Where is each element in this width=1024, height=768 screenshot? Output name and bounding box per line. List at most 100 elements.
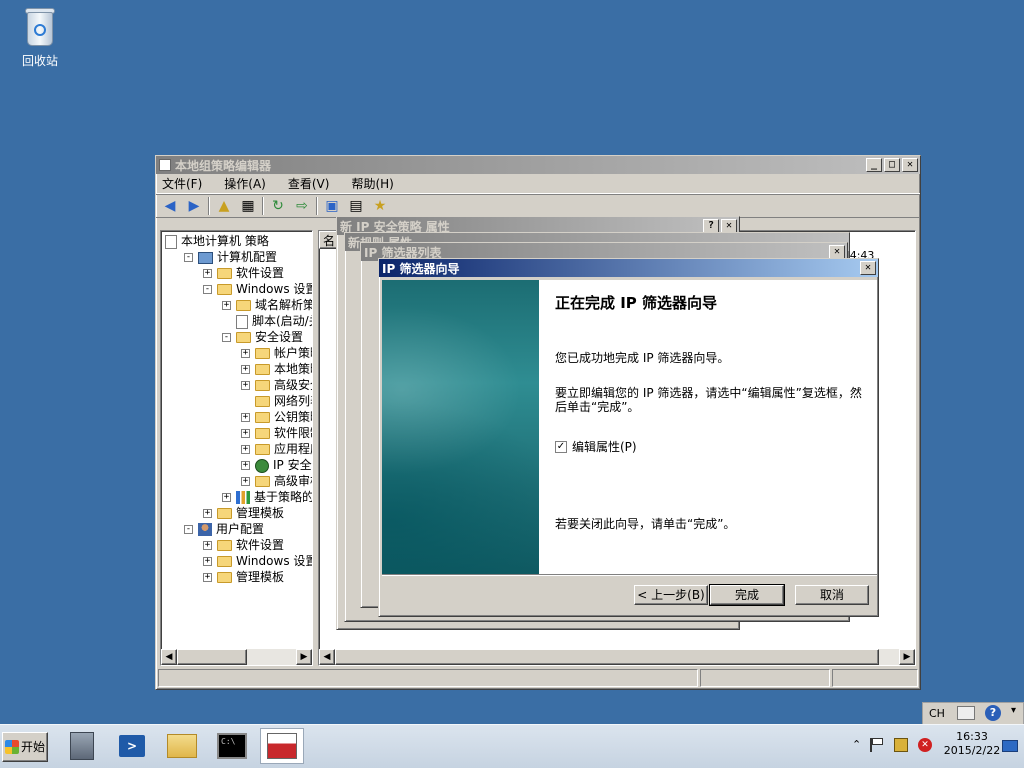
tree-item[interactable]: - 计算机配置 — [184, 249, 277, 265]
language-bar-options-icon[interactable]: ▾ — [1011, 705, 1016, 716]
wizard-close-button[interactable]: ✕ — [860, 261, 876, 275]
shield-icon — [255, 458, 269, 473]
server-manager-taskbar-button[interactable] — [60, 728, 104, 764]
properties-icon[interactable]: ▤ — [346, 196, 366, 216]
menu-action[interactable]: 操作(A) — [224, 175, 266, 192]
policy-props-help-button[interactable]: ? — [703, 219, 719, 233]
help-book-icon[interactable]: ▣ — [322, 196, 342, 216]
tree-item[interactable]: + 管理模板 — [203, 569, 284, 585]
policy-props-close-button[interactable]: ✕ — [721, 219, 737, 233]
back-arrow-icon[interactable]: ◀ — [160, 196, 180, 216]
recycle-bin-label: 回收站 — [21, 54, 58, 68]
menu-file[interactable]: 文件(F) — [162, 175, 202, 192]
tree-item[interactable]: - 安全设置 — [222, 329, 303, 345]
gpedit-taskbar-button[interactable] — [260, 728, 304, 764]
filter-list-close-button[interactable]: ✕ — [829, 245, 845, 259]
menu-help[interactable]: 帮助(H) — [351, 175, 393, 192]
action-center-flag-icon[interactable] — [870, 738, 884, 752]
details-scroll-right-arrow-icon[interactable]: ▶ — [899, 649, 915, 665]
cancel-button[interactable]: 取消 — [795, 585, 869, 605]
doc-icon — [165, 234, 177, 249]
expand-icon[interactable]: + — [241, 461, 250, 470]
details-scroll-left-arrow-icon[interactable]: ◀ — [319, 649, 335, 665]
expand-icon[interactable]: + — [222, 493, 231, 502]
show-hidden-icons-button[interactable]: ⌃ — [852, 738, 861, 751]
scroll-right-arrow-icon[interactable]: ▶ — [296, 649, 312, 665]
expand-icon[interactable]: + — [241, 381, 250, 390]
expand-icon[interactable]: + — [203, 557, 212, 566]
collapse-icon[interactable]: - — [184, 525, 193, 534]
explorer-taskbar-button[interactable] — [160, 728, 204, 764]
scroll-left-arrow-icon[interactable]: ◀ — [161, 649, 177, 665]
help-icon[interactable]: ? — [985, 705, 1001, 721]
tree-item[interactable]: + 管理模板 — [203, 505, 284, 521]
expand-icon[interactable]: + — [241, 445, 250, 454]
tree-item[interactable]: + 软件设置 — [203, 537, 284, 553]
details-horizontal-scrollbar[interactable]: ◀ ▶ — [319, 649, 915, 665]
expand-icon[interactable]: + — [241, 365, 250, 374]
tree-item[interactable]: + 软件设置 — [203, 265, 284, 281]
show-desktop-icon[interactable] — [1002, 740, 1018, 752]
keyboard-icon[interactable] — [957, 706, 975, 720]
tree-item[interactable]: + 帐户策略 — [241, 345, 312, 361]
expand-icon[interactable]: + — [241, 477, 250, 486]
expand-icon[interactable]: + — [222, 301, 231, 310]
tree-item[interactable]: + 软件限制 — [241, 425, 312, 441]
collapse-icon[interactable]: - — [203, 285, 212, 294]
maximize-button[interactable]: □ — [884, 158, 900, 172]
close-button[interactable]: ✕ — [902, 158, 918, 172]
expand-icon[interactable]: + — [203, 269, 212, 278]
folder-icon — [217, 284, 232, 295]
expand-icon[interactable]: + — [203, 573, 212, 582]
back-button[interactable]: < 上一步(B) — [634, 585, 708, 605]
tree-item-label: Windows 设置 — [236, 282, 313, 296]
tree-item[interactable]: 本地计算机 策略 — [165, 233, 269, 249]
menu-view[interactable]: 查看(V) — [288, 175, 330, 192]
start-button[interactable]: 开始 — [2, 732, 48, 762]
tree-item[interactable]: + 基于策略的 Q — [222, 489, 312, 505]
tree-item[interactable]: + 高级安全 — [241, 377, 312, 393]
language-bar: CH ? ▾ — [922, 702, 1024, 726]
expand-icon[interactable]: + — [241, 349, 250, 358]
add-icon[interactable]: ★ — [370, 196, 390, 216]
tree-item[interactable]: + 本地策略 — [241, 361, 312, 377]
wizard-titlebar[interactable]: IP 筛选器向导 ✕ — [379, 259, 878, 277]
tree-item[interactable]: 网络列表管 — [241, 393, 312, 409]
edit-properties-checkbox-row[interactable]: ✓ 编辑属性(P) — [555, 438, 863, 455]
scroll-thumb[interactable] — [177, 649, 247, 665]
tree-horizontal-scrollbar[interactable]: ◀ ▶ — [161, 649, 312, 665]
tree-item[interactable]: + 公钥策略 — [241, 409, 312, 425]
forward-arrow-icon[interactable]: ▶ — [184, 196, 204, 216]
main-window-titlebar[interactable]: 本地组策略编辑器 _ □ ✕ — [156, 156, 920, 174]
expand-icon[interactable]: + — [241, 429, 250, 438]
powershell-taskbar-button[interactable]: > — [110, 728, 154, 764]
tree-item[interactable]: + 域名解析策略 — [222, 297, 312, 313]
language-indicator[interactable]: CH — [929, 707, 945, 720]
collapse-icon[interactable]: - — [222, 333, 231, 342]
network-error-icon[interactable]: ✕ — [918, 738, 932, 752]
show-hide-tree-icon[interactable]: ▦ — [238, 196, 258, 216]
details-scroll-thumb[interactable] — [335, 649, 879, 665]
refresh-icon[interactable]: ↻ — [268, 196, 288, 216]
server-tray-icon[interactable] — [894, 738, 908, 752]
export-list-icon[interactable]: ⇨ — [292, 196, 312, 216]
recycle-bin-desktop-icon[interactable]: 回收站 — [14, 6, 66, 69]
edit-properties-label[interactable]: 编辑属性(P) — [572, 438, 637, 455]
system-clock[interactable]: 16:33 2015/2/22 — [942, 730, 1002, 758]
tree-item[interactable]: + 高级审核 — [241, 473, 312, 489]
tree-item[interactable]: + IP 安全策 — [241, 457, 312, 473]
expand-icon[interactable]: + — [203, 541, 212, 550]
cmd-taskbar-button[interactable]: C:\ — [210, 728, 254, 764]
edit-properties-checkbox[interactable]: ✓ — [555, 440, 567, 453]
finish-button[interactable]: 完成 — [709, 584, 785, 606]
minimize-button[interactable]: _ — [866, 158, 882, 172]
tree-item[interactable]: - Windows 设置 — [203, 281, 313, 297]
up-folder-icon[interactable]: ▲ — [214, 196, 234, 216]
expand-icon[interactable]: + — [203, 509, 212, 518]
tree-item[interactable]: 脚本(启动/关 — [222, 313, 312, 329]
expand-icon[interactable]: + — [241, 413, 250, 422]
tree-item[interactable]: - 用户配置 — [184, 521, 264, 537]
tree-item[interactable]: + 应用程序 — [241, 441, 312, 457]
tree-item[interactable]: + Windows 设置 — [203, 553, 312, 569]
collapse-icon[interactable]: - — [184, 253, 193, 262]
